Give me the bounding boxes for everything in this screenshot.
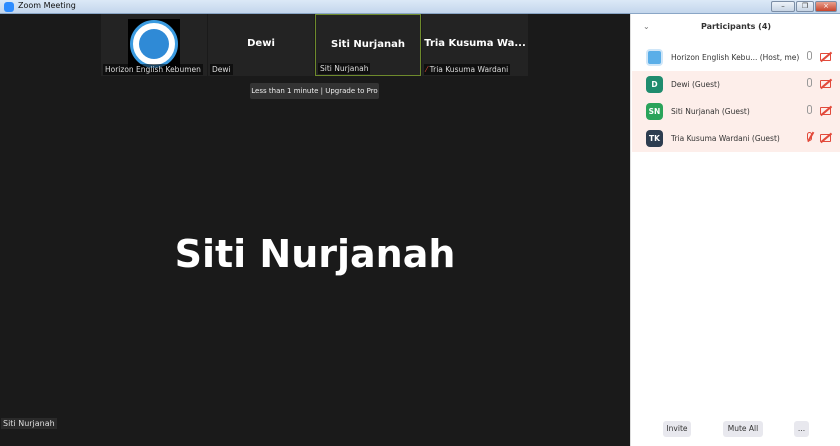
more-options-button[interactable]: ... [794, 421, 809, 437]
participant-name: Horizon English Kebu... (Host, me) [671, 53, 800, 62]
invite-button[interactable]: Invite [663, 421, 691, 437]
participant-row[interactable]: Horizon English Kebu... (Host, me) [632, 44, 840, 71]
avatar: D [646, 76, 663, 93]
participant-name: Tria Kusuma Wardani (Guest) [671, 134, 780, 143]
active-speaker-label: Siti Nurjanah [1, 418, 57, 429]
avatar: SN [646, 103, 663, 120]
video-off-icon[interactable] [820, 53, 831, 61]
minimize-button[interactable]: – [771, 1, 795, 12]
participant-row[interactable]: SN Siti Nurjanah (Guest) [632, 98, 840, 125]
close-button[interactable]: × [815, 1, 837, 12]
thumbnail-name: Dewi [247, 38, 275, 49]
video-thumbnail[interactable]: Horizon English Kebumen [101, 14, 207, 76]
mic-icon[interactable] [807, 51, 812, 60]
title-bar: Zoom Meeting – ❐ × [0, 0, 840, 14]
thumbnail-name: Tria Kusuma Wa... [424, 38, 526, 49]
participants-panel: ⌄ Participants (4) Horizon English Kebu.… [630, 14, 840, 446]
window-title: Zoom Meeting [18, 1, 76, 10]
restore-button[interactable]: ❐ [796, 1, 814, 12]
video-off-icon[interactable] [820, 134, 831, 142]
mic-muted-icon[interactable] [807, 132, 812, 141]
participant-row[interactable]: TK Tria Kusuma Wardani (Guest) [632, 125, 840, 152]
participants-title: Participants (4) [700, 22, 772, 31]
avatar: TK [646, 130, 663, 147]
mute-all-button[interactable]: Mute All [723, 421, 763, 437]
thumbnail-label: Horizon English Kebumen [103, 64, 203, 75]
mic-icon[interactable] [807, 78, 812, 87]
thumbnail-name: Siti Nurjanah [331, 39, 405, 50]
video-off-icon[interactable] [820, 80, 831, 88]
thumbnail-label: Siti Nurjanah [318, 63, 371, 74]
video-thumbnail-active[interactable]: Siti Nurjanah Siti Nurjanah [315, 14, 421, 76]
participant-row[interactable]: D Dewi (Guest) [632, 71, 840, 98]
video-thumbnail[interactable]: Tria Kusuma Wa... ⁄ Tria Kusuma Wardani [422, 14, 528, 76]
video-thumbnail[interactable]: Dewi Dewi [208, 14, 314, 76]
avatar [646, 49, 663, 66]
active-speaker-name: Siti Nurjanah [174, 232, 456, 276]
participant-name: Siti Nurjanah (Guest) [671, 107, 750, 116]
thumbnail-label: Dewi [210, 64, 233, 75]
zoom-app-icon [4, 2, 14, 12]
video-off-icon[interactable] [820, 107, 831, 115]
participant-name: Dewi (Guest) [671, 80, 720, 89]
thumbnail-label: ⁄ Tria Kusuma Wardani [424, 64, 511, 75]
meeting-time-tooltip[interactable]: Less than 1 minute | Upgrade to Pro [250, 83, 379, 99]
mic-icon[interactable] [807, 105, 812, 114]
video-area: Horizon English Kebumen Dewi Dewi Siti N… [0, 14, 630, 446]
